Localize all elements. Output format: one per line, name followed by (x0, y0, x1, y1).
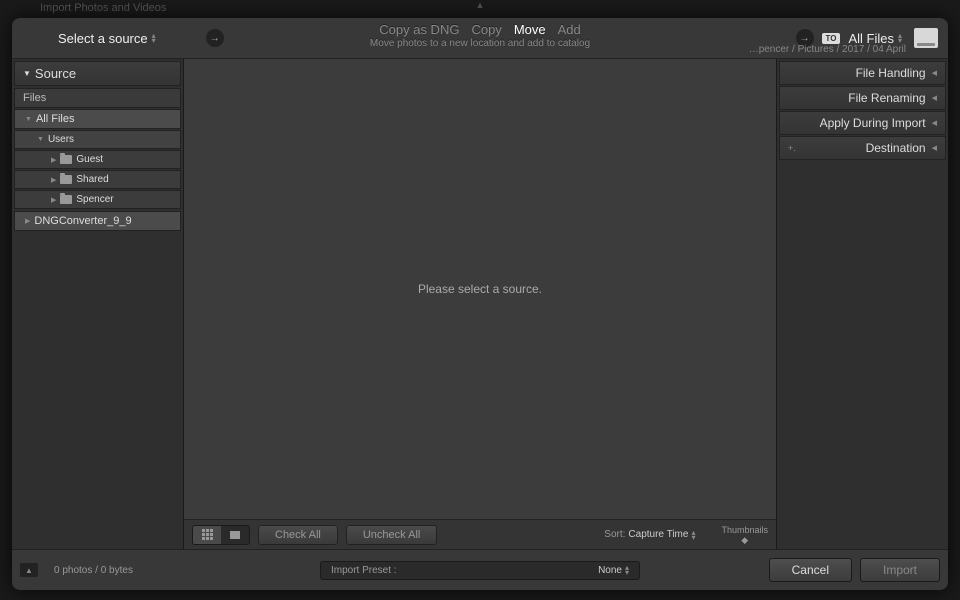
preview-prompt: Please select a source. (418, 282, 542, 296)
dialog-footer: ▲ 0 photos / 0 bytes Import Preset : Non… (12, 550, 948, 590)
collapse-top-icon: ▲ (476, 0, 485, 10)
check-all-button[interactable]: Check All (258, 525, 338, 545)
drive-icon (914, 28, 938, 48)
slider-handle-icon: ◆ (721, 535, 768, 545)
cancel-button[interactable]: Cancel (769, 558, 852, 582)
triangle-down-icon: ▼ (23, 69, 31, 78)
thumbnails-slider[interactable]: Thumbnails ◆ (721, 525, 768, 545)
triangle-down-icon: ▼ (37, 136, 44, 143)
source-tree: ▼ All Files ▼ Users ▶ Guest ▶ Shared (14, 109, 181, 231)
destination-path: …pencer / Pictures / 2017 / 04 April (749, 44, 906, 55)
tree-spencer[interactable]: ▶ Spencer (14, 190, 181, 209)
source-panel-header[interactable]: ▼ Source (14, 61, 181, 86)
folder-icon (60, 155, 72, 164)
panel-label: Destination (866, 141, 926, 155)
header-left: Select a source ▴▾ → (22, 29, 224, 47)
center-toolbar: Check All Uncheck All Sort: Capture Time… (184, 519, 776, 549)
select-source-label: Select a source (58, 31, 148, 46)
thumbnails-label: Thumbnails (721, 525, 768, 535)
center-panel: Please select a source. Check All Unchec… (184, 59, 776, 549)
single-icon (230, 531, 240, 539)
single-view-button[interactable] (221, 526, 249, 544)
action-copy[interactable]: Copy (471, 22, 501, 37)
tree-users[interactable]: ▼ Users (14, 130, 181, 149)
folder-icon (60, 175, 72, 184)
source-panel-title: Source (35, 66, 76, 81)
preset-value-select[interactable]: None ▴▾ (598, 565, 629, 576)
dialog-header: Select a source ▴▾ → Copy as DNG Copy Mo… (12, 18, 948, 58)
select-source-button[interactable]: Select a source ▴▾ (58, 31, 156, 46)
grid-icon (202, 529, 213, 540)
tree-label: Users (48, 134, 74, 145)
tree-label: All Files (36, 113, 75, 125)
left-panel: ▼ Source Files ▼ All Files ▼ Users ▶ Gue… (12, 59, 184, 549)
triangle-left-icon: ◀ (932, 94, 937, 102)
sort-control[interactable]: Sort: Capture Time ▴▾ (604, 529, 695, 540)
tree-shared[interactable]: ▶ Shared (14, 170, 181, 189)
tree-dng[interactable]: ▶ DNGConverter_9_9 (14, 211, 181, 231)
triangle-right-icon: ▶ (25, 217, 30, 225)
tree-label: DNGConverter_9_9 (34, 215, 131, 227)
files-header[interactable]: Files (14, 88, 181, 108)
file-handling-panel[interactable]: File Handling ◀ (779, 61, 946, 85)
preset-value: None (598, 565, 622, 576)
triangle-down-icon: ▼ (25, 116, 32, 123)
updown-icon: ▴▾ (691, 530, 695, 540)
updown-icon: ▴▾ (152, 33, 156, 43)
triangle-right-icon: ▶ (51, 176, 56, 184)
triangle-left-icon: ◀ (932, 144, 937, 152)
action-move[interactable]: Move (514, 22, 546, 37)
triangle-left-icon: ◀ (932, 69, 937, 77)
right-panel: File Handling ◀ File Renaming ◀ Apply Du… (776, 59, 948, 549)
grid-view-button[interactable] (193, 526, 221, 544)
apply-during-import-panel[interactable]: Apply During Import ◀ (779, 111, 946, 135)
panel-label: File Renaming (848, 91, 925, 105)
preview-area: Please select a source. (184, 59, 776, 519)
dialog-body: ▼ Source Files ▼ All Files ▼ Users ▶ Gue… (12, 58, 948, 550)
bg-window-title: Import Photos and Videos (40, 2, 166, 14)
file-renaming-panel[interactable]: File Renaming ◀ (779, 86, 946, 110)
tree-label: Spencer (76, 194, 113, 205)
action-subtitle: Move photos to a new location and add to… (370, 38, 590, 49)
nav-forward-icon[interactable]: → (206, 29, 224, 47)
destination-panel[interactable]: +. Destination ◀ (779, 136, 946, 160)
panel-label: File Handling (856, 66, 926, 80)
import-button[interactable]: Import (860, 558, 940, 582)
to-badge: TO (822, 33, 841, 44)
triangle-right-icon: ▶ (51, 156, 56, 164)
tree-all-files[interactable]: ▼ All Files (14, 109, 181, 129)
import-actions: Copy as DNG Copy Move Add (370, 22, 590, 37)
import-preset-bar[interactable]: Import Preset : None ▴▾ (320, 561, 640, 580)
triangle-right-icon: ▶ (51, 196, 56, 204)
view-toggle (192, 525, 250, 545)
header-center: Copy as DNG Copy Move Add Move photos to… (370, 22, 590, 49)
status-text: 0 photos / 0 bytes (54, 565, 133, 576)
import-dialog: Select a source ▴▾ → Copy as DNG Copy Mo… (12, 18, 948, 590)
destination-prefix: +. (788, 143, 796, 153)
tree-label: Guest (76, 154, 103, 165)
updown-icon: ▴▾ (898, 33, 902, 43)
folder-icon (60, 195, 72, 204)
tree-label: Shared (76, 174, 108, 185)
uncheck-all-button[interactable]: Uncheck All (346, 525, 437, 545)
action-add[interactable]: Add (558, 22, 581, 37)
collapse-button[interactable]: ▲ (20, 563, 38, 577)
panel-label: Apply During Import (820, 116, 926, 130)
footer-buttons: Cancel Import (769, 558, 940, 582)
tree-guest[interactable]: ▶ Guest (14, 150, 181, 169)
updown-icon: ▴▾ (625, 565, 629, 575)
action-copy-dng[interactable]: Copy as DNG (379, 22, 459, 37)
triangle-left-icon: ◀ (932, 119, 937, 127)
preset-label: Import Preset : (331, 565, 397, 576)
sort-value: Capture Time (628, 529, 688, 540)
sort-label: Sort: (604, 529, 625, 540)
